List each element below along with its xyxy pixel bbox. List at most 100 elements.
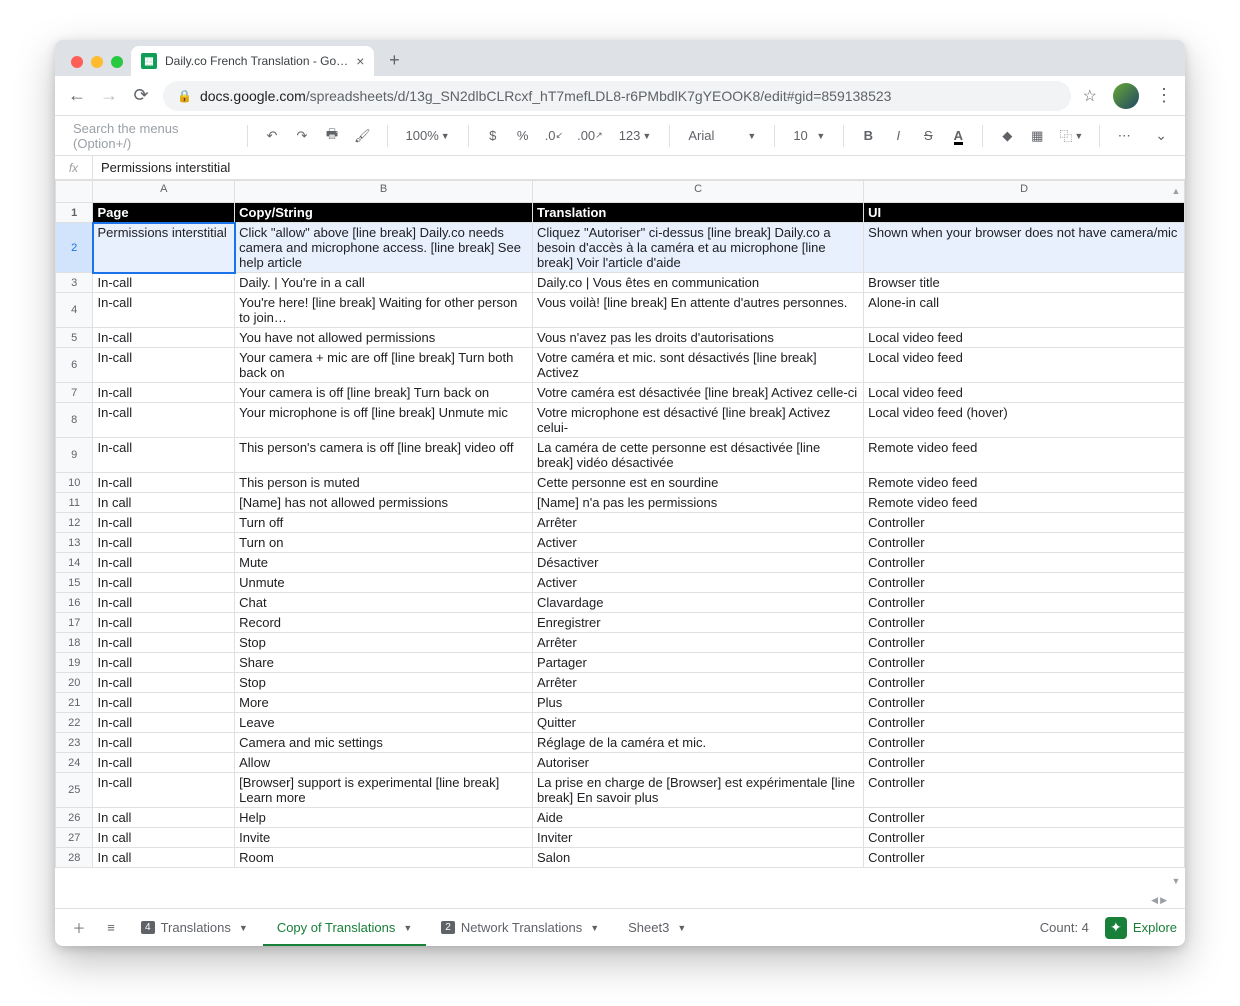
cell[interactable]: Cliquez "Autoriser" ci-dessus [line brea… bbox=[532, 223, 863, 273]
sheet-tab-translations[interactable]: 4 Translations ▼ bbox=[127, 909, 263, 947]
cell[interactable]: Clavardage bbox=[532, 593, 863, 613]
table-row[interactable]: 2Permissions interstitialClick "allow" a… bbox=[56, 223, 1185, 273]
cell[interactable]: Activer bbox=[532, 573, 863, 593]
table-row[interactable]: 10In-callThis person is mutedCette perso… bbox=[56, 473, 1185, 493]
cell[interactable]: Salon bbox=[532, 848, 863, 868]
cell[interactable]: Controller bbox=[864, 613, 1185, 633]
font-size-dropdown[interactable]: 10▼ bbox=[787, 123, 831, 149]
zoom-dropdown[interactable]: 100%▼ bbox=[400, 123, 456, 149]
table-row[interactable]: 25In-call[Browser] support is experiment… bbox=[56, 773, 1185, 808]
table-row[interactable]: 13In-callTurn onActiverController bbox=[56, 533, 1185, 553]
browser-menu-icon[interactable]: ⋮ bbox=[1155, 85, 1173, 106]
bookmark-icon[interactable]: ☆ bbox=[1083, 86, 1097, 106]
cell[interactable]: Controller bbox=[864, 828, 1185, 848]
cell[interactable]: Controller bbox=[864, 653, 1185, 673]
cell[interactable]: Activer bbox=[532, 533, 863, 553]
cell[interactable]: Désactiver bbox=[532, 553, 863, 573]
menu-search[interactable]: Search the menus (Option+/) bbox=[65, 121, 235, 151]
browser-tab[interactable]: ▦ Daily.co French Translation - Go… × bbox=[131, 46, 374, 76]
cell[interactable]: Controller bbox=[864, 808, 1185, 828]
scroll-up-icon[interactable]: ▲ bbox=[1169, 186, 1183, 196]
cell[interactable]: Controller bbox=[864, 573, 1185, 593]
cell[interactable]: Click "allow" above [line break] Daily.c… bbox=[235, 223, 533, 273]
cell[interactable]: In call bbox=[93, 808, 235, 828]
row-header[interactable]: 12 bbox=[56, 513, 93, 533]
italic-button[interactable]: I bbox=[886, 123, 910, 149]
cell[interactable]: Votre caméra et mic. sont désactivés [li… bbox=[532, 348, 863, 383]
print-button[interactable]: 🖶 bbox=[320, 123, 344, 149]
cell[interactable]: Réglage de la caméra et mic. bbox=[532, 733, 863, 753]
window-minimize-icon[interactable] bbox=[91, 56, 103, 68]
table-row[interactable]: 7In-callYour camera is off [line break] … bbox=[56, 383, 1185, 403]
row-header[interactable]: 11 bbox=[56, 493, 93, 513]
cell[interactable]: [Name] n'a pas les permissions bbox=[532, 493, 863, 513]
cell[interactable]: Remote video feed bbox=[864, 438, 1185, 473]
cell[interactable]: In-call bbox=[93, 473, 235, 493]
cell[interactable]: In-call bbox=[93, 733, 235, 753]
add-sheet-button[interactable]: ＋ bbox=[63, 912, 95, 944]
formula-value[interactable]: Permissions interstitial bbox=[93, 160, 230, 175]
paint-format-button[interactable]: 🖌 bbox=[350, 123, 375, 149]
col-header-d[interactable]: D bbox=[864, 181, 1185, 203]
cell[interactable]: Controller bbox=[864, 713, 1185, 733]
window-close-icon[interactable] bbox=[71, 56, 83, 68]
table-row[interactable]: 23In-callCamera and mic settingsRéglage … bbox=[56, 733, 1185, 753]
cell[interactable]: Stop bbox=[235, 633, 533, 653]
table-row[interactable]: 3In-callDaily. | You're in a callDaily.c… bbox=[56, 273, 1185, 293]
row-header[interactable]: 5 bbox=[56, 328, 93, 348]
cell[interactable]: Room bbox=[235, 848, 533, 868]
row-header[interactable]: 21 bbox=[56, 693, 93, 713]
table-row[interactable]: 4In-callYou're here! [line break] Waitin… bbox=[56, 293, 1185, 328]
cell[interactable]: More bbox=[235, 693, 533, 713]
row-header[interactable]: 22 bbox=[56, 713, 93, 733]
row-header[interactable]: 8 bbox=[56, 403, 93, 438]
forward-button[interactable]: → bbox=[99, 86, 119, 106]
cell[interactable]: In-call bbox=[93, 653, 235, 673]
scroll-h-icons[interactable]: ◀▶ bbox=[1151, 895, 1167, 906]
currency-button[interactable]: $ bbox=[481, 123, 505, 149]
cell[interactable]: Local video feed bbox=[864, 383, 1185, 403]
cell[interactable]: Controller bbox=[864, 733, 1185, 753]
cell[interactable]: Votre microphone est désactivé [line bre… bbox=[532, 403, 863, 438]
cell[interactable]: Daily.co | Vous êtes en communication bbox=[532, 273, 863, 293]
cell[interactable]: Cette personne est en sourdine bbox=[532, 473, 863, 493]
cell[interactable]: In-call bbox=[93, 753, 235, 773]
cell[interactable]: [Name] has not allowed permissions bbox=[235, 493, 533, 513]
row-header[interactable]: 25 bbox=[56, 773, 93, 808]
undo-button[interactable]: ↶ bbox=[260, 123, 284, 149]
cell[interactable]: Vous voilà! [line break] En attente d'au… bbox=[532, 293, 863, 328]
cell[interactable]: In-call bbox=[93, 693, 235, 713]
decrease-decimal-button[interactable]: .0↙ bbox=[541, 123, 567, 149]
window-zoom-icon[interactable] bbox=[111, 56, 123, 68]
table-row[interactable]: 11In call[Name] has not allowed permissi… bbox=[56, 493, 1185, 513]
bold-button[interactable]: B bbox=[856, 123, 880, 149]
row-header[interactable]: 28 bbox=[56, 848, 93, 868]
table-header-row[interactable]: 1PageCopy/StringTranslationUI bbox=[56, 203, 1185, 223]
cell[interactable]: This person is muted bbox=[235, 473, 533, 493]
cell[interactable]: Share bbox=[235, 653, 533, 673]
row-header[interactable]: 9 bbox=[56, 438, 93, 473]
cell[interactable]: Local video feed bbox=[864, 348, 1185, 383]
row-header[interactable]: 1 bbox=[56, 203, 93, 223]
table-row[interactable]: 21In-callMorePlusController bbox=[56, 693, 1185, 713]
table-row[interactable]: 19In-callSharePartagerController bbox=[56, 653, 1185, 673]
cell[interactable]: In-call bbox=[93, 403, 235, 438]
cell[interactable]: Remote video feed bbox=[864, 473, 1185, 493]
header-cell[interactable]: Translation bbox=[532, 203, 863, 223]
cell[interactable]: Partager bbox=[532, 653, 863, 673]
sheet-tab-sheet3[interactable]: Sheet3 ▼ bbox=[614, 909, 701, 947]
cell[interactable]: You have not allowed permissions bbox=[235, 328, 533, 348]
cell[interactable]: Turn on bbox=[235, 533, 533, 553]
select-all-corner[interactable] bbox=[56, 181, 93, 203]
strike-button[interactable]: S bbox=[916, 123, 940, 149]
row-header[interactable]: 24 bbox=[56, 753, 93, 773]
cell[interactable]: Remote video feed bbox=[864, 493, 1185, 513]
table-row[interactable]: 24In-callAllowAutoriserController bbox=[56, 753, 1185, 773]
cell[interactable]: Record bbox=[235, 613, 533, 633]
cell[interactable]: Votre caméra est désactivée [line break]… bbox=[532, 383, 863, 403]
table-row[interactable]: 26In callHelpAideController bbox=[56, 808, 1185, 828]
cell[interactable]: In-call bbox=[93, 273, 235, 293]
cell[interactable]: Leave bbox=[235, 713, 533, 733]
cell[interactable]: Browser title bbox=[864, 273, 1185, 293]
row-header[interactable]: 18 bbox=[56, 633, 93, 653]
